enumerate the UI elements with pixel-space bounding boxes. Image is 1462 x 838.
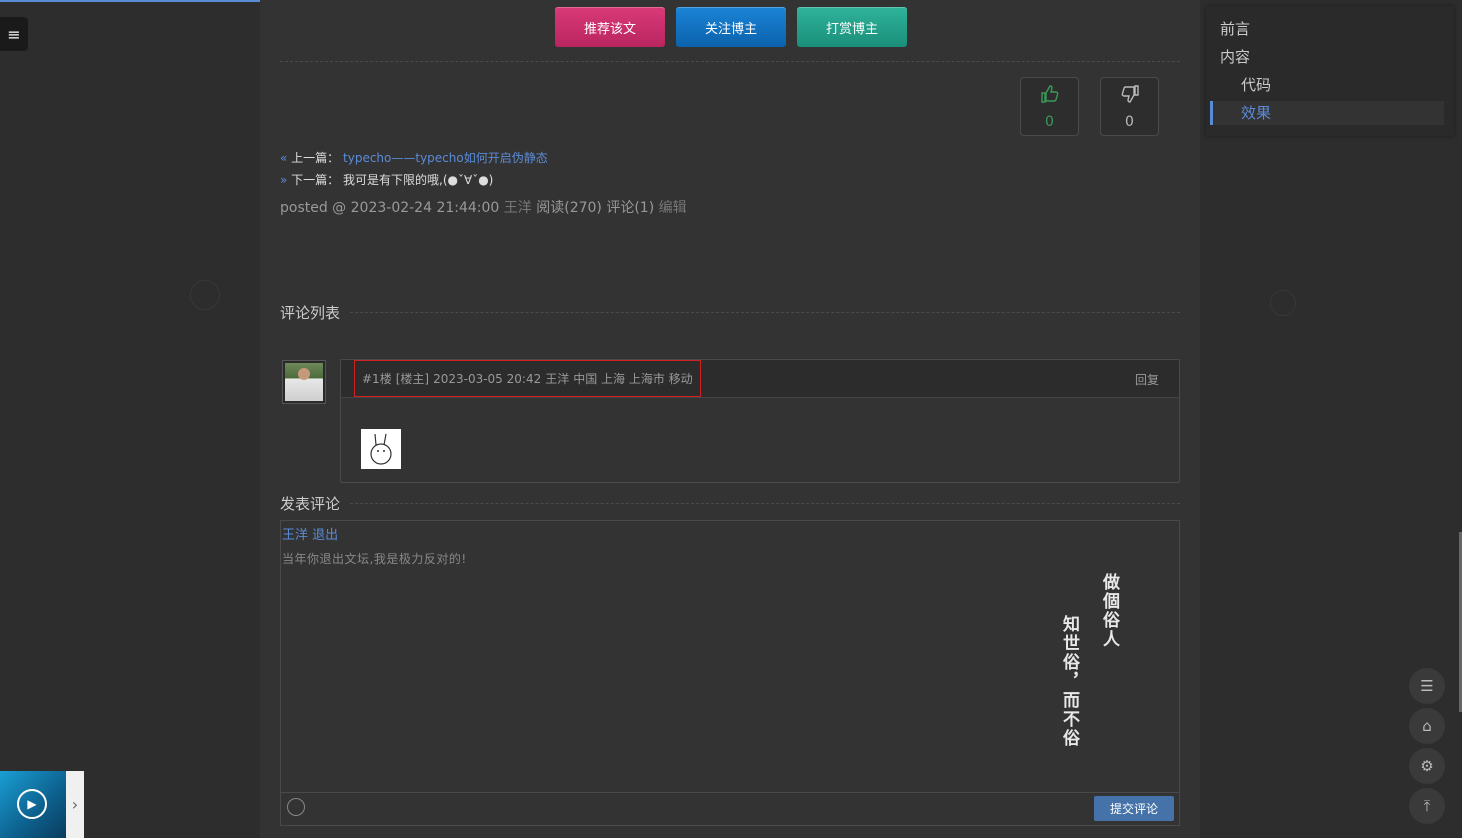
- back-to-top-icon[interactable]: ⤒: [1409, 788, 1445, 824]
- downvote-button[interactable]: 0: [1100, 77, 1159, 136]
- tip-button[interactable]: 打赏博主: [797, 7, 907, 47]
- divider: [280, 312, 1180, 313]
- toc-toggle-icon[interactable]: ☰: [1409, 668, 1445, 704]
- prev-post-link[interactable]: typecho——typecho如何开启伪静态: [343, 151, 548, 165]
- quote-line-2: 知世俗，而不俗: [1059, 615, 1079, 748]
- background-decoration: [190, 280, 220, 310]
- reward-buttons: 推荐该文 关注博主 打赏博主: [555, 7, 907, 47]
- article-main: 推荐该文 关注博主 打赏博主 0 0 « 上一篇： typecho——typec…: [260, 0, 1200, 838]
- downvote-count: 0: [1125, 113, 1134, 130]
- comment-location: 中国 上海 上海市 移动: [573, 372, 693, 386]
- avatar[interactable]: [282, 360, 326, 404]
- hamburger-menu-icon[interactable]: ≡: [0, 17, 28, 51]
- comment-floor: #1楼: [362, 372, 392, 386]
- comment-datetime: 2023-03-05 20:42: [433, 371, 542, 386]
- play-icon[interactable]: ▶: [17, 789, 47, 819]
- quote-line-1: 做個俗人: [1099, 573, 1119, 649]
- emoji-icon[interactable]: [287, 798, 305, 816]
- comment-item: #1楼 [楼主] 2023-03-05 20:42 王洋 中国 上海 上海市 移…: [340, 359, 1180, 483]
- settings-icon[interactable]: ⚙: [1409, 748, 1445, 784]
- toc-active-indicator: [1210, 101, 1213, 125]
- home-icon[interactable]: ⌂: [1409, 708, 1445, 744]
- comment-meta: #1楼 [楼主] 2023-03-05 20:42 王洋 中国 上海 上海市 移…: [354, 360, 701, 397]
- recommend-button[interactable]: 推荐该文: [555, 7, 665, 47]
- comment-placeholder[interactable]: 当年你退出文坛,我是极力反对的!: [282, 550, 467, 567]
- prev-label: 上一篇：: [291, 151, 340, 165]
- post-author[interactable]: 王洋: [504, 200, 532, 216]
- thumbs-down-icon: [1120, 84, 1140, 108]
- background-decoration: [1270, 290, 1296, 316]
- divider: [280, 503, 1180, 504]
- prev-post-line: « 上一篇： typecho——typecho如何开启伪静态: [280, 149, 548, 166]
- post-meta: posted @ 2023-02-24 21:44:00 王洋 阅读(270) …: [280, 197, 687, 217]
- current-user-name[interactable]: 王洋: [282, 528, 308, 543]
- next-label: 下一篇：: [291, 173, 340, 187]
- posted-time: posted @ 2023-02-24 21:44:00: [280, 200, 500, 216]
- comment-tag: [楼主]: [395, 372, 430, 386]
- chevron-right-icon[interactable]: ›: [66, 771, 84, 838]
- upvote-count: 0: [1045, 113, 1054, 130]
- editor-toolbar: 提交评论: [281, 792, 1179, 825]
- current-user: 王洋 退出: [282, 524, 338, 543]
- comments-title: 评论列表: [280, 302, 351, 323]
- edit-link[interactable]: 编辑: [659, 200, 687, 216]
- toc-item-effect[interactable]: 效果: [1241, 102, 1271, 123]
- toc-item-preface[interactable]: 前言: [1220, 18, 1250, 39]
- next-arrow: »: [280, 173, 288, 187]
- reply-button[interactable]: 回复: [1135, 371, 1159, 388]
- rabbit-sticker-icon: [361, 429, 401, 469]
- prev-arrow: «: [280, 151, 288, 165]
- compose-title: 发表评论: [280, 493, 351, 514]
- thumbs-up-icon: [1040, 84, 1060, 108]
- next-post-link[interactable]: 我可是有下限的哦,(●ˇ∀ˇ●): [343, 173, 493, 187]
- comment-author[interactable]: 王洋: [545, 370, 569, 387]
- table-of-contents: 前言 内容 代码 效果: [1206, 6, 1454, 136]
- comment-header: #1楼 [楼主] 2023-03-05 20:42 王洋 中国 上海 上海市 移…: [341, 360, 1179, 398]
- toc-item-content[interactable]: 内容: [1220, 46, 1250, 67]
- video-player-thumbnail[interactable]: ▶: [0, 771, 66, 838]
- divider: [280, 61, 1180, 62]
- next-post-line: » 下一篇： 我可是有下限的哦,(●ˇ∀ˇ●): [280, 171, 493, 188]
- logout-link[interactable]: 退出: [312, 528, 338, 543]
- avatar-image: [285, 363, 323, 401]
- post-stats: 阅读(270) 评论(1): [536, 200, 655, 216]
- follow-button[interactable]: 关注博主: [676, 7, 786, 47]
- submit-comment-button[interactable]: 提交评论: [1094, 796, 1174, 821]
- upvote-button[interactable]: 0: [1020, 77, 1079, 136]
- toc-item-code[interactable]: 代码: [1241, 74, 1271, 95]
- comment-editor[interactable]: 王洋 退出 当年你退出文坛,我是极力反对的! 做個俗人 知世俗，而不俗 提交评论: [280, 520, 1180, 826]
